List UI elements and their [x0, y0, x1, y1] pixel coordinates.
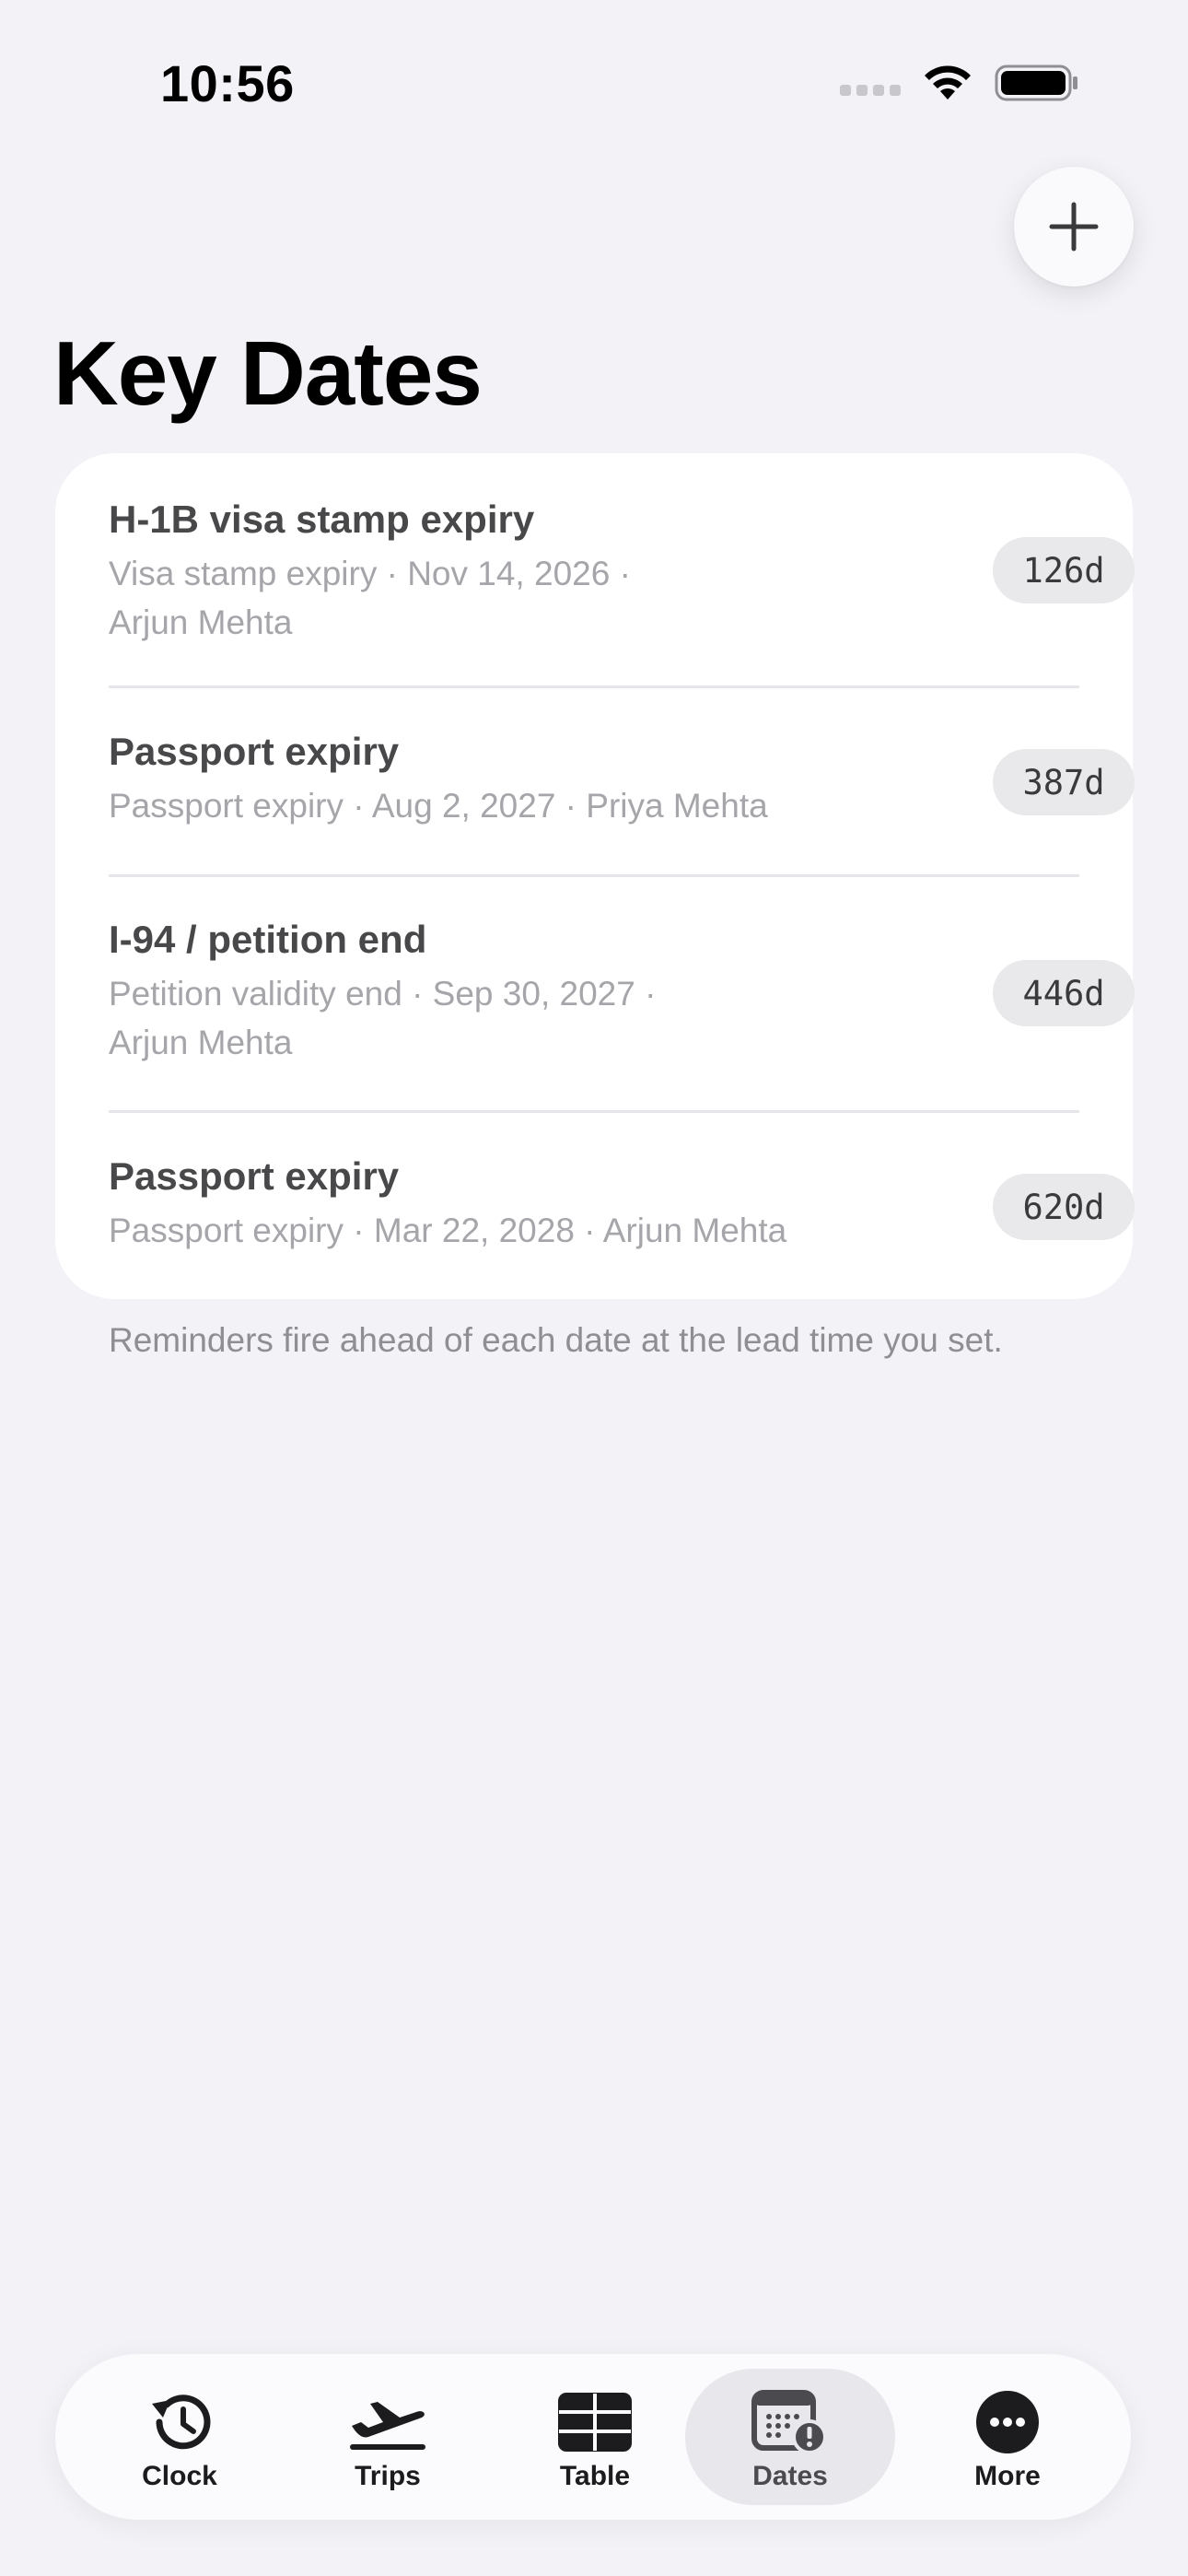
date-person: Arjun Mehta	[109, 603, 293, 641]
tab-trips[interactable]: Trips	[283, 2369, 493, 2505]
tab-label: More	[974, 2461, 1041, 2491]
days-remaining-badge: 620d	[993, 1174, 1135, 1240]
days-remaining-badge: 126d	[993, 537, 1135, 603]
tab-bar: Clock Trips Table Dates More	[55, 2354, 1131, 2520]
date-row[interactable]: I-94 / petition end Petition validity en…	[109, 877, 1135, 1111]
date-details: Passport expiry · Aug 2, 2027 · Priya Me…	[109, 787, 768, 825]
plus-icon	[1049, 202, 1099, 252]
days-remaining-badge: 387d	[993, 749, 1135, 815]
reminders-footnote: Reminders fire ahead of each date at the…	[109, 1321, 1003, 1359]
date-details: Petition validity end · Sep 30, 2027 ·	[109, 975, 657, 1013]
status-bar: 10:56	[0, 0, 1188, 157]
more-icon	[974, 2389, 1041, 2455]
airplane-departure-icon	[346, 2389, 429, 2455]
tab-table[interactable]: Table	[490, 2369, 700, 2505]
tab-dates[interactable]: Dates	[685, 2369, 895, 2505]
page-title: Key Dates	[53, 322, 483, 424]
tab-clock[interactable]: Clock	[75, 2369, 285, 2505]
add-date-button[interactable]	[1014, 167, 1134, 287]
date-details: Visa stamp expiry · Nov 14, 2026 ·	[109, 555, 631, 592]
tab-more[interactable]: More	[903, 2369, 1112, 2505]
table-icon	[557, 2389, 633, 2455]
date-title: Passport expiry	[109, 1154, 400, 1198]
date-details: Passport expiry · Mar 22, 2028 · Arjun M…	[109, 1212, 787, 1249]
date-row[interactable]: H-1B visa stamp expiry Visa stamp expiry…	[109, 453, 1135, 687]
tab-label: Dates	[752, 2461, 828, 2491]
date-title: Passport expiry	[109, 730, 400, 773]
tab-label: Table	[559, 2461, 631, 2491]
date-row[interactable]: Passport expiry Passport expiry · Aug 2,…	[109, 688, 1135, 874]
date-title: H-1B visa stamp expiry	[109, 498, 535, 541]
calendar-alert-icon	[751, 2389, 830, 2455]
date-row[interactable]: Passport expiry Passport expiry · Mar 22…	[109, 1113, 1135, 1299]
date-title: I-94 / petition end	[109, 918, 427, 961]
dates-list-card: H-1B visa stamp expiry Visa stamp expiry…	[55, 453, 1135, 1299]
tab-label: Clock	[142, 2461, 217, 2491]
wifi-icon	[925, 65, 971, 100]
tab-label: Trips	[355, 2461, 421, 2491]
status-icons	[840, 63, 1079, 103]
cellular-signal-icon	[840, 85, 901, 96]
date-person: Arjun Mehta	[109, 1024, 293, 1061]
status-time: 10:56	[160, 54, 295, 112]
battery-icon	[995, 64, 1077, 101]
days-remaining-badge: 446d	[993, 960, 1135, 1026]
clock-history-icon	[143, 2389, 216, 2455]
